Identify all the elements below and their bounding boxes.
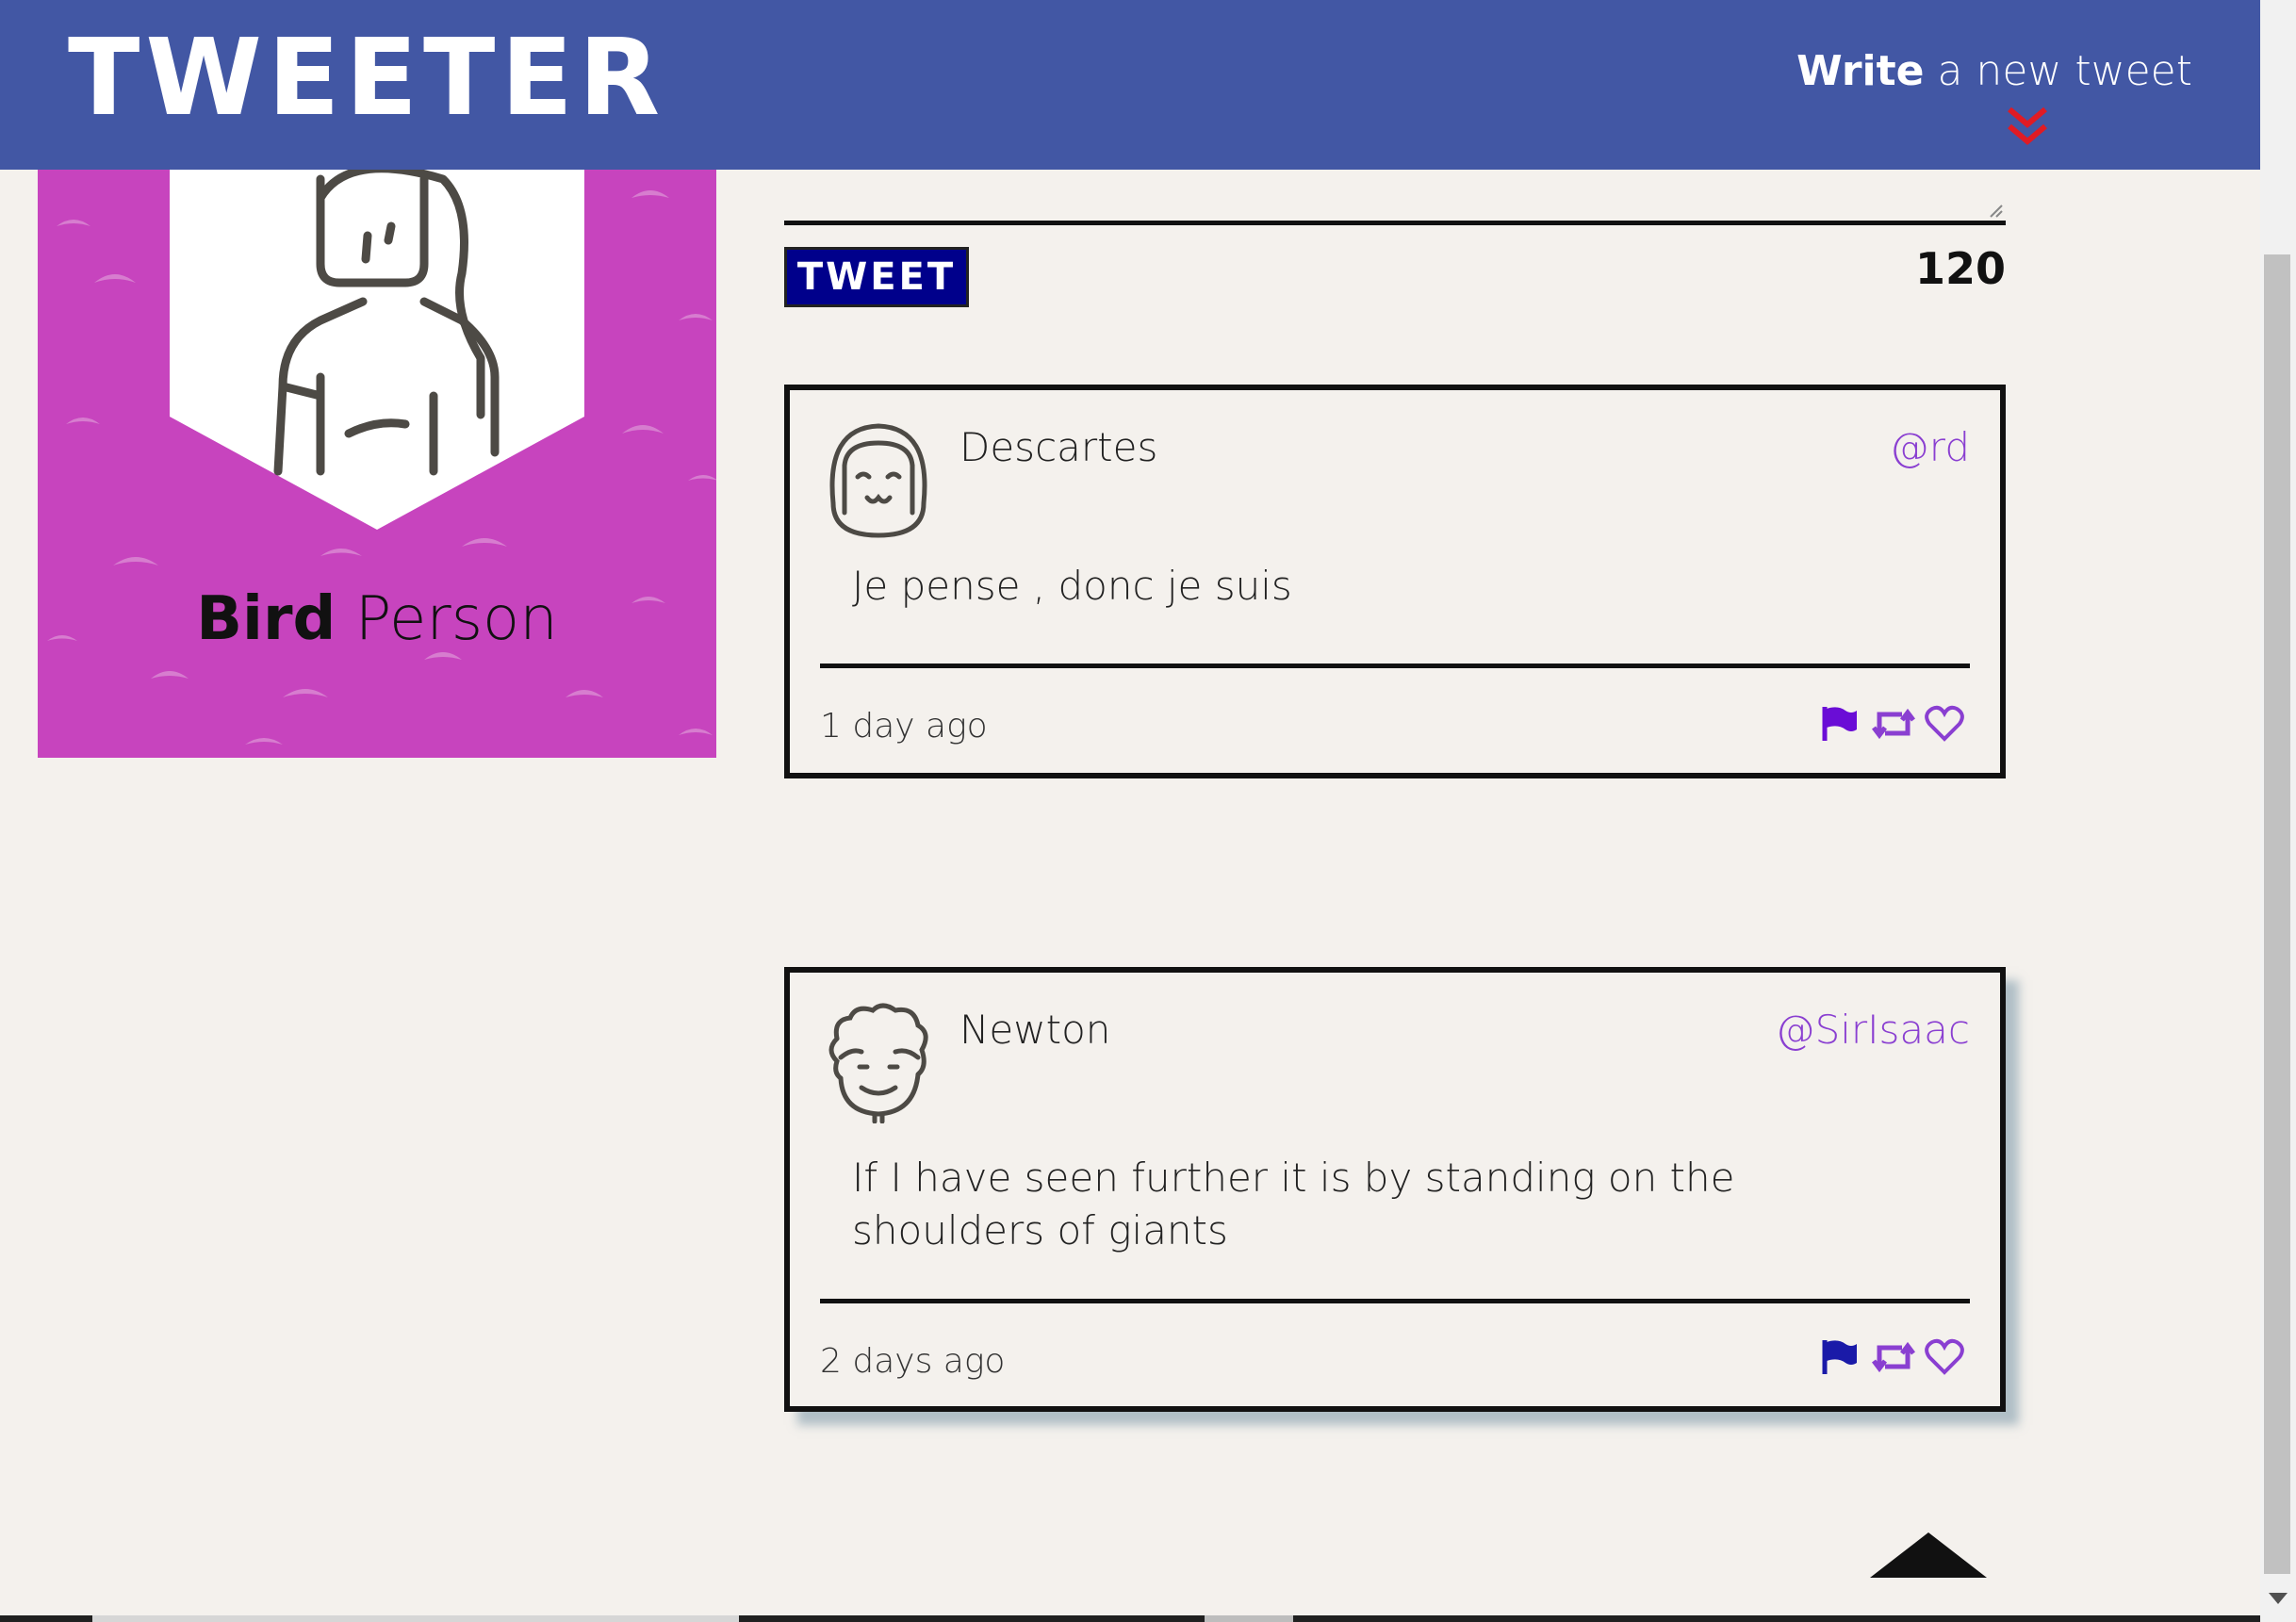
- bird-pattern-background: [47, 170, 716, 745]
- tweet-card: Newton @SirIsaac If I have seen further …: [784, 967, 2006, 1412]
- flag-icon[interactable]: [1819, 705, 1859, 743]
- tweet-author[interactable]: Descartes: [959, 424, 1157, 470]
- flag-icon[interactable]: [1819, 1338, 1859, 1376]
- compose-toggle-text: a new tweet: [1924, 47, 2192, 95]
- compose-toggle-bold: Write: [1796, 47, 1925, 95]
- tweet-author[interactable]: Newton: [959, 1007, 1110, 1053]
- heart-icon[interactable]: [1925, 1338, 1964, 1376]
- page-scrollbar-thumb[interactable]: [2264, 254, 2290, 1574]
- app-logo[interactable]: TWEETER: [68, 25, 665, 131]
- horizontal-scrollbar[interactable]: [0, 1615, 2260, 1622]
- profile-name: Bird Person: [38, 584, 716, 654]
- character-counter: 120: [1914, 243, 2006, 294]
- avatar: [829, 423, 927, 538]
- tweet-submit-button[interactable]: TWEET: [784, 247, 969, 307]
- avatar: [828, 1003, 928, 1123]
- tweet-actions: [1819, 705, 1964, 743]
- profile-last-name: Person: [336, 584, 558, 654]
- horizontal-scrollbar-segment: [1205, 1615, 1293, 1622]
- tweet-divider: [820, 664, 1970, 668]
- tweet-text: If I have seen further it is by standing…: [852, 1155, 1735, 1253]
- profile-first-name: Bird: [196, 584, 336, 654]
- back-to-top-icon[interactable]: [1870, 1532, 1987, 1578]
- tweet-divider: [820, 1299, 1970, 1303]
- heart-icon[interactable]: [1925, 705, 1964, 743]
- horizontal-scrollbar-segment: [92, 1615, 739, 1622]
- tweet-handle[interactable]: @SirIsaac: [1776, 1007, 1970, 1053]
- tweet-timestamp: 2 days ago: [820, 1342, 1006, 1381]
- retweet-icon[interactable]: [1872, 1338, 1915, 1376]
- top-navbar: TWEETER Write a new tweet: [0, 0, 2260, 170]
- tweet-timestamp: 1 day ago: [820, 707, 988, 745]
- compose-textarea-border[interactable]: [784, 221, 2006, 225]
- write-new-tweet-toggle[interactable]: Write a new tweet: [1796, 47, 2192, 95]
- tweet-handle[interactable]: @rd: [1890, 424, 1970, 470]
- tweet-actions: [1819, 1338, 1964, 1376]
- textarea-resize-handle[interactable]: [1987, 202, 2004, 219]
- chevron-double-down-icon[interactable]: [2004, 106, 2051, 147]
- tweet-card: Descartes @rd Je pense , donc je suis 1 …: [784, 385, 2006, 778]
- scroll-down-arrow-icon[interactable]: [2269, 1593, 2288, 1604]
- profile-card: Bird Person: [38, 170, 716, 758]
- tweet-text: Je pense , donc je suis: [852, 563, 1292, 609]
- retweet-icon[interactable]: [1872, 705, 1915, 743]
